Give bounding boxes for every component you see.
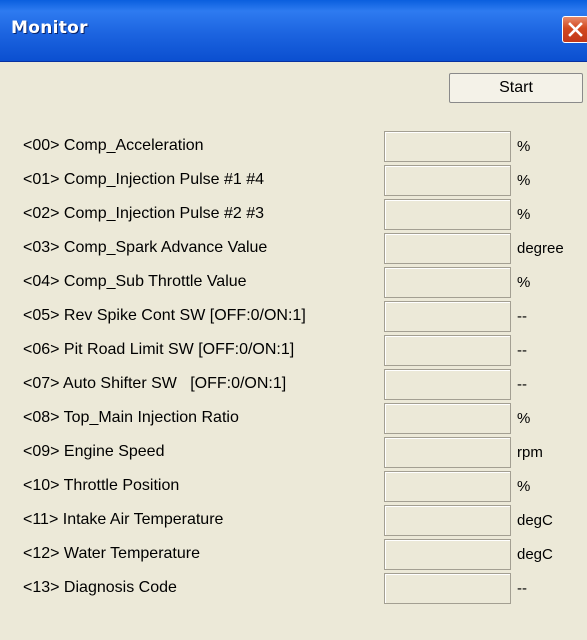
unit-label: % bbox=[517, 172, 531, 189]
monitor-row-06: <06> Pit Road Limit SW [OFF:0/ON:1] -- bbox=[0, 335, 587, 369]
row-label: <11> Intake Air Temperature bbox=[23, 511, 224, 528]
monitor-row-04: <04> Comp_Sub Throttle Value % bbox=[0, 267, 587, 301]
unit-label: -- bbox=[517, 580, 527, 597]
monitor-row-00: <00> Comp_Acceleration % bbox=[0, 131, 587, 165]
monitor-row-11: <11> Intake Air Temperature degC bbox=[0, 505, 587, 539]
value-field[interactable] bbox=[384, 267, 511, 298]
value-field[interactable] bbox=[384, 369, 511, 400]
title-bar[interactable]: Monitor bbox=[0, 0, 587, 62]
monitor-row-03: <03> Comp_Spark Advance Value degree bbox=[0, 233, 587, 267]
monitor-row-08: <08> Top_Main Injection Ratio % bbox=[0, 403, 587, 437]
unit-label: -- bbox=[517, 308, 527, 325]
unit-label: % bbox=[517, 410, 531, 427]
value-field[interactable] bbox=[384, 301, 511, 332]
start-button[interactable]: Start bbox=[449, 73, 583, 103]
value-field[interactable] bbox=[384, 471, 511, 502]
unit-label: degC bbox=[517, 546, 553, 563]
value-field[interactable] bbox=[384, 335, 511, 366]
value-field[interactable] bbox=[384, 165, 511, 196]
unit-label: degree bbox=[517, 240, 564, 257]
unit-label: -- bbox=[517, 342, 527, 359]
value-field[interactable] bbox=[384, 505, 511, 536]
row-label: <05> Rev Spike Cont SW [OFF:0/ON:1] bbox=[23, 307, 306, 324]
monitor-row-09: <09> Engine Speed rpm bbox=[0, 437, 587, 471]
row-label: <01> Comp_Injection Pulse #1 #4 bbox=[23, 171, 265, 188]
unit-label: degC bbox=[517, 512, 553, 529]
row-label: <02> Comp_Injection Pulse #2 #3 bbox=[23, 205, 265, 222]
value-field[interactable] bbox=[384, 233, 511, 264]
value-field[interactable] bbox=[384, 403, 511, 434]
monitor-row-13: <13> Diagnosis Code -- bbox=[0, 573, 587, 607]
value-field[interactable] bbox=[384, 199, 511, 230]
unit-label: -- bbox=[517, 376, 527, 393]
row-label: <04> Comp_Sub Throttle Value bbox=[23, 273, 247, 290]
monitor-row-12: <12> Water Temperature degC bbox=[0, 539, 587, 573]
unit-label: % bbox=[517, 478, 531, 495]
value-field[interactable] bbox=[384, 131, 511, 162]
monitor-row-10: <10> Throttle Position % bbox=[0, 471, 587, 505]
unit-label: % bbox=[517, 274, 531, 291]
monitor-row-01: <01> Comp_Injection Pulse #1 #4 % bbox=[0, 165, 587, 199]
monitor-window: Monitor Start <00> Comp_Acceleration % <… bbox=[0, 0, 587, 640]
row-label: <06> Pit Road Limit SW [OFF:0/ON:1] bbox=[23, 341, 295, 358]
monitor-row-07: <07> Auto Shifter SW [OFF:0/ON:1] -- bbox=[0, 369, 587, 403]
row-label: <03> Comp_Spark Advance Value bbox=[23, 239, 268, 256]
value-field[interactable] bbox=[384, 573, 511, 604]
row-label: <12> Water Temperature bbox=[23, 545, 200, 562]
row-label: <08> Top_Main Injection Ratio bbox=[23, 409, 239, 426]
row-label: <00> Comp_Acceleration bbox=[23, 137, 204, 154]
monitor-row-05: <05> Rev Spike Cont SW [OFF:0/ON:1] -- bbox=[0, 301, 587, 335]
unit-label: rpm bbox=[517, 444, 543, 461]
value-field[interactable] bbox=[384, 437, 511, 468]
close-button[interactable] bbox=[562, 16, 587, 43]
unit-label: % bbox=[517, 138, 531, 155]
row-label: <09> Engine Speed bbox=[23, 443, 165, 460]
value-field[interactable] bbox=[384, 539, 511, 570]
monitor-row-02: <02> Comp_Injection Pulse #2 #3 % bbox=[0, 199, 587, 233]
row-label: <10> Throttle Position bbox=[23, 477, 180, 494]
window-title: Monitor bbox=[11, 18, 88, 38]
row-label: <13> Diagnosis Code bbox=[23, 579, 177, 596]
unit-label: % bbox=[517, 206, 531, 223]
row-label: <07> Auto Shifter SW [OFF:0/ON:1] bbox=[23, 375, 287, 392]
close-icon bbox=[568, 22, 583, 37]
